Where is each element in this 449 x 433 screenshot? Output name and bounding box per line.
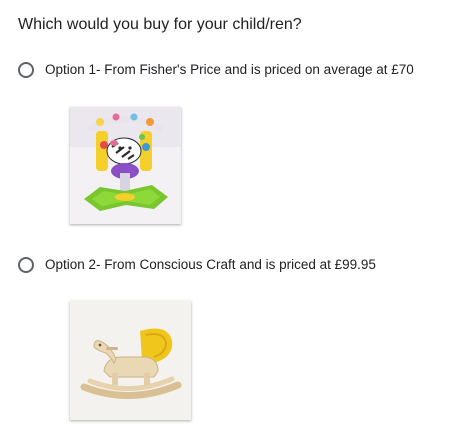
option-2[interactable]: Option 2- From Conscious Craft and is pr… bbox=[18, 256, 376, 274]
wooden-rocking-horse-photo bbox=[70, 301, 191, 420]
option-2-label: Option 2- From Conscious Craft and is pr… bbox=[45, 257, 376, 272]
jumperoo-zebra-toy-photo bbox=[70, 107, 181, 224]
option-1[interactable]: Option 1- From Fisher's Price and is pri… bbox=[18, 61, 414, 79]
option-2-image bbox=[70, 301, 191, 420]
option-1-image bbox=[70, 107, 181, 224]
option-1-label: Option 1- From Fisher's Price and is pri… bbox=[45, 62, 414, 77]
question-title: Which would you buy for your child/ren? bbox=[18, 16, 302, 33]
option-1-radio[interactable] bbox=[18, 62, 34, 78]
option-2-radio[interactable] bbox=[18, 257, 34, 273]
